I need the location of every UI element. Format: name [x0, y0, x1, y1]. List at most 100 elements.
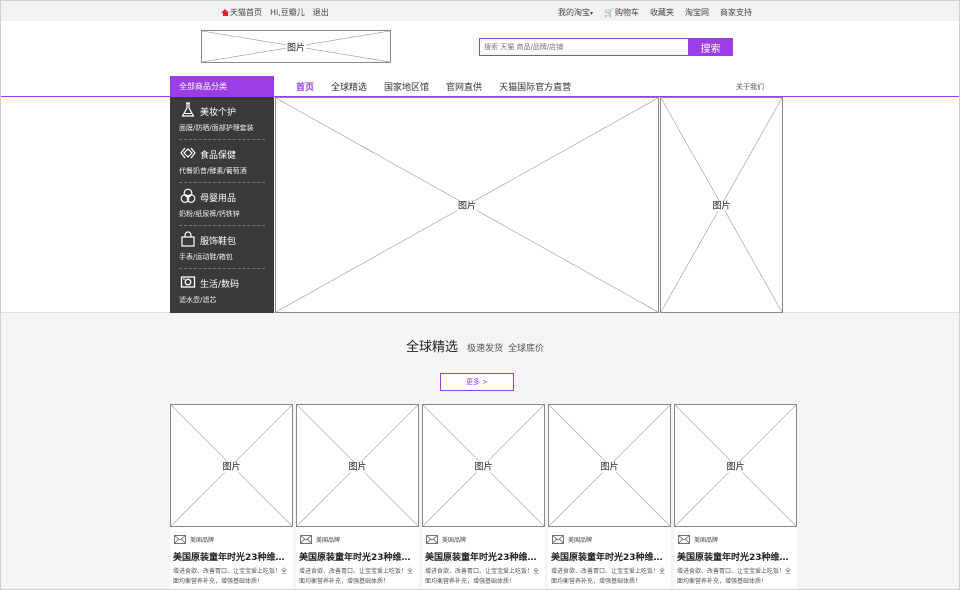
tmall-home-link[interactable]: 天猫首页	[221, 7, 262, 18]
menu-item-digital[interactable]: 生活/数码 滤水壶/滤芯	[179, 269, 265, 312]
search-bar: 搜索	[479, 38, 733, 56]
section-header: 全球精选 极速发货 全球底价	[406, 336, 544, 355]
section-title: 全球精选	[406, 340, 459, 355]
product-image-label: 图片	[221, 462, 242, 472]
menu-item-title: 生活/数码	[200, 280, 240, 290]
product-brand: 美国品牌	[552, 535, 592, 544]
product-image[interactable]: 图片	[674, 404, 797, 527]
product-card[interactable]: 图片 美国品牌 美国原装童年时光23种维生素咀嚼片 增进食欲、改善胃口、让宝宝爱…	[548, 404, 671, 589]
circles-icon	[180, 188, 196, 203]
search-input[interactable]	[479, 38, 688, 56]
product-image[interactable]: 图片	[296, 404, 419, 527]
section-tag-lowest-price: 全球底价	[508, 344, 545, 354]
envelope-icon	[300, 535, 312, 544]
product-card[interactable]: 图片 美国品牌 美国原装童年时光23种维生素咀嚼片 增进食欲、改善胃口、让宝宝爱…	[296, 404, 419, 589]
menu-item-title: 食品保健	[200, 151, 237, 161]
envelope-icon	[426, 535, 438, 544]
product-image-label: 图片	[347, 462, 368, 472]
product-image[interactable]: 图片	[170, 404, 293, 527]
cart-label: 购物车	[614, 8, 639, 17]
menu-item-sub: 手表/运动鞋/箱包	[179, 253, 233, 261]
product-list: 图片 美国品牌 美国原装童年时光23种维生素咀嚼片 增进食欲、改善胃口、让宝宝爱…	[170, 404, 797, 589]
product-card[interactable]: 图片 美国品牌 美国原装童年时光23种维生素咀嚼片 增进食欲、改善胃口、让宝宝爱…	[674, 404, 797, 589]
product-description: 增进食欲、改善胃口、让宝宝爱上吃饭！全面均衡营养补充，增强基础体质！	[173, 568, 288, 585]
menu-item-title: 服饰鞋包	[200, 237, 237, 247]
envelope-icon	[678, 535, 690, 544]
menu-item-food[interactable]: 食品保健 代餐奶昔/酵素/葡萄酒	[179, 140, 265, 183]
tab-country-pavilion[interactable]: 国家地区馆	[384, 80, 429, 93]
product-brand-label: 美国品牌	[568, 537, 593, 544]
product-brand: 美国品牌	[300, 535, 340, 544]
about-us-link[interactable]: 关于我们	[736, 82, 764, 92]
product-name[interactable]: 美国原装童年时光23种维生素咀嚼片	[173, 550, 291, 563]
more-button[interactable]: 更多 >	[440, 373, 514, 391]
favorites-link[interactable]: 收藏夹	[650, 7, 674, 18]
envelope-icon	[174, 535, 186, 544]
product-name[interactable]: 美国原装童年时光23种维生素咀嚼片	[551, 550, 669, 563]
tab-global-select[interactable]: 全球精选	[331, 80, 367, 93]
merchant-support-link[interactable]: 商家支持	[720, 7, 752, 18]
menu-item-sub: 奶粉/纸尿裤/钙铁锌	[179, 210, 240, 218]
product-card[interactable]: 图片 美国品牌 美国原装童年时光23种维生素咀嚼片 增进食欲、改善胃口、让宝宝爱…	[170, 404, 293, 589]
tab-home[interactable]: 首页	[296, 80, 314, 93]
product-card[interactable]: 图片 美国品牌 美国原装童年时光23种维生素咀嚼片 增进食欲、改善胃口、让宝宝爱…	[422, 404, 545, 589]
taobao-link[interactable]: 淘宝网	[685, 7, 709, 18]
side-banner-label: 图片	[711, 201, 732, 212]
side-banner[interactable]: 图片	[660, 97, 783, 313]
product-description: 增进食欲、改善胃口、让宝宝爱上吃饭！全面均衡营养补充，增强基础体质！	[299, 568, 414, 585]
product-brand: 美国品牌	[678, 535, 718, 544]
product-name[interactable]: 美国原装童年时光23种维生素咀嚼片	[677, 550, 795, 563]
menu-item-title: 美妆个护	[200, 108, 237, 118]
menu-item-fashion[interactable]: 服饰鞋包 手表/运动鞋/箱包	[179, 226, 265, 269]
product-image-label: 图片	[599, 462, 620, 472]
menu-item-baby[interactable]: 母婴用品 奶粉/纸尿裤/钙铁锌	[179, 183, 265, 226]
tab-tmall-official[interactable]: 天猫国际官方直营	[499, 80, 571, 93]
category-menu: 美妆个护 面膜/防晒/面部护理套装 食品保健 代餐奶昔/酵素/葡萄酒 母婴用品 …	[170, 97, 274, 313]
caret-down-icon: ▾	[590, 10, 594, 17]
product-image-label: 图片	[473, 462, 494, 472]
camera-icon	[180, 276, 196, 288]
menu-item-beauty[interactable]: 美妆个护 面膜/防晒/面部护理套装	[179, 97, 265, 140]
product-brand-label: 美国品牌	[694, 537, 719, 544]
cart-icon: 🛒	[604, 8, 614, 17]
main-banner[interactable]: 图片	[275, 97, 659, 313]
menu-item-sub: 代餐奶昔/酵素/葡萄酒	[179, 167, 247, 175]
main-banner-label: 图片	[456, 201, 477, 212]
logo-placeholder[interactable]: 图片	[201, 30, 391, 63]
menu-item-sub: 面膜/防晒/面部护理套装	[179, 124, 254, 132]
diamond-icon	[180, 147, 196, 159]
home-icon	[221, 9, 229, 16]
page-frame: 天猫首页 Hi,豆瓣儿 退出 我的淘宝▾ 🛒购物车 收藏夹 淘宝网 商家支持 图…	[0, 0, 960, 590]
product-name[interactable]: 美国原装童年时光23种维生素咀嚼片	[425, 550, 543, 563]
tmall-home-label: 天猫首页	[230, 8, 262, 17]
product-description: 增进食欲、改善胃口、让宝宝爱上吃饭！全面均衡营养补充，增强基础体质！	[425, 568, 540, 585]
header: 图片 搜索	[1, 21, 959, 75]
section-tag-fast-delivery: 极速发货	[467, 344, 504, 354]
top-bar: 天猫首页 Hi,豆瓣儿 退出 我的淘宝▾ 🛒购物车 收藏夹 淘宝网 商家支持	[1, 1, 959, 21]
all-categories-button[interactable]: 全部商品分类	[170, 76, 274, 97]
envelope-icon	[552, 535, 564, 544]
product-image[interactable]: 图片	[548, 404, 671, 527]
my-taobao-label: 我的淘宝	[558, 8, 590, 17]
search-button[interactable]: 搜索	[688, 38, 733, 56]
menu-item-title: 母婴用品	[200, 194, 237, 204]
product-brand: 美国品牌	[174, 535, 214, 544]
main-nav: 全部商品分类 首页 全球精选 国家地区馆 官网直供 天猫国际官方直营 关于我们	[1, 75, 959, 97]
tab-official-supply[interactable]: 官网直供	[446, 80, 482, 93]
product-description: 增进食欲、改善胃口、让宝宝爱上吃饭！全面均衡营养补充，增强基础体质！	[551, 568, 666, 585]
logo-label: 图片	[285, 43, 306, 53]
product-brand-label: 美国品牌	[442, 537, 467, 544]
flask-icon	[181, 102, 195, 117]
product-brand-label: 美国品牌	[316, 537, 341, 544]
product-brand: 美国品牌	[426, 535, 466, 544]
logout-link[interactable]: 退出	[313, 7, 329, 18]
product-brand-label: 美国品牌	[190, 537, 215, 544]
bag-icon	[181, 231, 195, 247]
cart-link[interactable]: 🛒购物车	[604, 7, 639, 18]
product-description: 增进食欲、改善胃口、让宝宝爱上吃饭！全面均衡营养补充，增强基础体质！	[677, 568, 792, 585]
product-image-label: 图片	[725, 462, 746, 472]
product-image[interactable]: 图片	[422, 404, 545, 527]
product-name[interactable]: 美国原装童年时光23种维生素咀嚼片	[299, 550, 417, 563]
my-taobao-link[interactable]: 我的淘宝▾	[558, 7, 593, 18]
user-greeting[interactable]: Hi,豆瓣儿	[270, 7, 305, 18]
